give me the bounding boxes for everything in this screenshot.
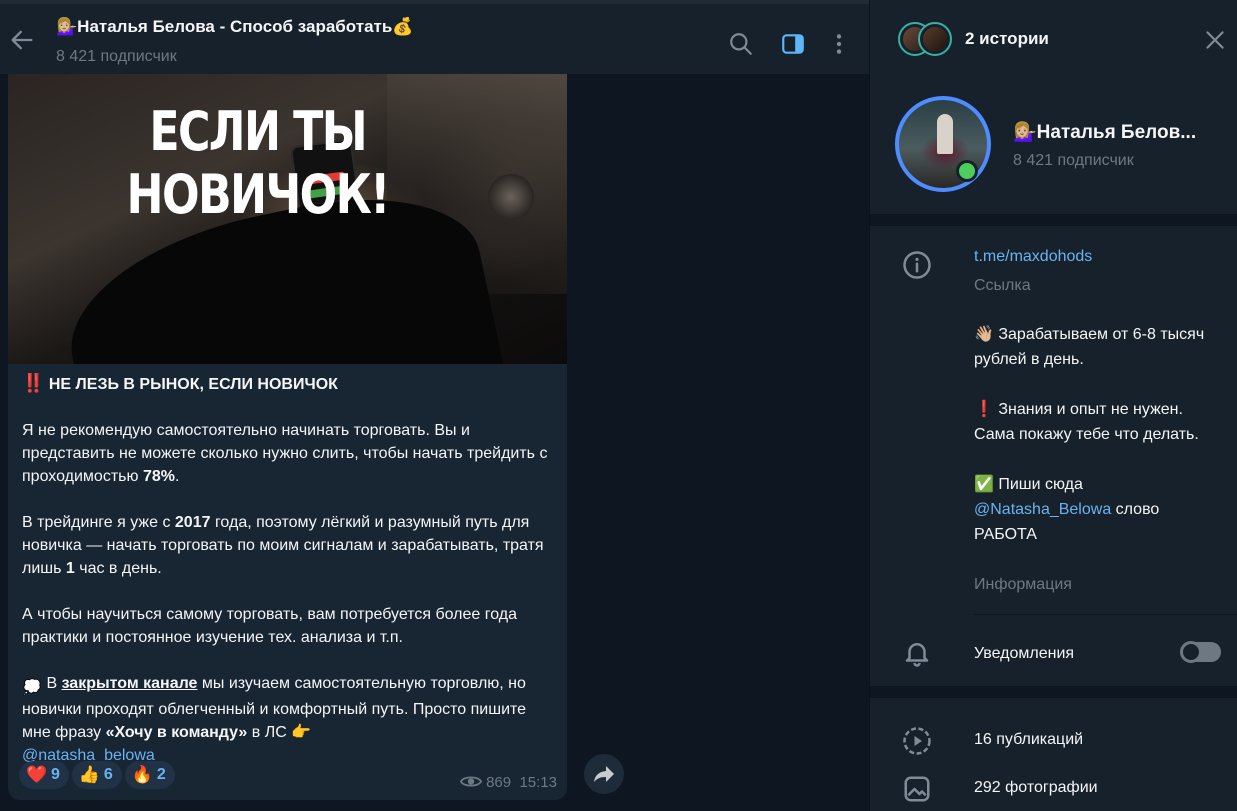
notifications-toggle[interactable] [1180,641,1221,663]
info-header: 2 истории [870,0,1237,80]
closed-channel-link[interactable]: закрытом канале [62,675,198,692]
reaction-count: 9 [51,766,60,783]
p1-percent: 78% [142,468,175,485]
bell-icon [905,643,929,667]
p2-text: В трейдинге я уже с [22,514,175,531]
share-arrow-icon[interactable] [584,754,624,794]
reaction-fire[interactable]: 🔥 2 [124,761,175,789]
reactions-bar: ❤️ 9 👍 6 🔥 2 [19,761,178,791]
more-vertical-icon[interactable] [826,31,852,57]
eye-icon [459,776,482,787]
p4-text-3: в ЛС [247,724,292,741]
p1-text: Я не рекомендую самостоятельно начинать … [22,422,548,485]
section-divider [870,214,1237,226]
notifications-label: Уведомления [974,645,1075,662]
about-line-1: Зарабатываем от 6-8 тысяч рублей в день. [974,326,1205,368]
post-meta: 869 15:13 [459,774,557,791]
publications-icon [903,727,931,755]
view-count: 869 [486,774,512,791]
reaction-count: 2 [156,766,166,783]
paragraph-3: А чтобы научиться самому торговать, вам … [22,606,518,646]
p2-year: 2017 [174,514,211,531]
p4-text: В [42,675,62,692]
profile-name: 💁🏼‍♀️Наталья Белов... [1013,122,1197,143]
publications-row[interactable]: 16 публикаций [974,731,1083,749]
thought-balloon-emoji: 💭 [22,679,42,696]
channel-info-panel: 2 истории 💁🏼‍♀️Наталья Белов... 8 421 по… [869,0,1237,811]
channel-post: ЕСЛИ ТЫ НОВИЧОК! ‼️ НЕ ЛЕЗЬ В РЫНОК, ЕСЛ… [8,74,567,800]
title-text: Наталья Белова - Способ заработать [77,17,393,36]
check-mark-emoji: ✅ [974,476,994,493]
paragraph-2: В трейдинге я уже с 2017 года, поэтому л… [22,511,554,580]
post-image[interactable]: ЕСЛИ ТЫ НОВИЧОК! [8,74,567,364]
profile-subscribers: 8 421 подписчик [1013,152,1134,169]
sidebar-toggle-icon[interactable] [780,31,806,57]
car-knob-shape [488,174,534,220]
title-emoji: 💁🏼‍♀️ [56,17,78,36]
photos-row[interactable]: 292 фотографии [974,779,1098,797]
paragraph-1: Я не рекомендую самостоятельно начинать … [22,419,554,488]
money-bag-emoji: 💰 [392,17,414,36]
p2-end: час в день. [74,560,162,577]
p2-hours: 1 [65,560,75,577]
p4-quote: «Хочу в команду» [105,724,248,741]
arrow-left-icon[interactable] [8,26,36,54]
exclamation-emoji: ❗ [974,401,994,418]
paragraph-4: 💭 В закрытом канале мы изучаем самостоят… [22,672,554,767]
waving-hand-emoji: 👋🏼 [974,326,994,343]
section-divider [870,686,1237,698]
row-divider [974,614,1237,615]
story-ring [918,22,952,56]
post-time: 15:13 [519,774,557,791]
reaction-thumbs-up[interactable]: 👍 6 [71,761,122,789]
post-text: ‼️ НЕ ЛЕЗЬ В РЫНОК, ЕСЛИ НОВИЧОК Я не ре… [22,372,554,790]
p1-end: . [174,468,180,485]
headline-text: НЕ ЛЕЗЬ В РЫНОК, ЕСЛИ НОВИЧОК [48,376,338,393]
description-caption: Информация [974,576,1072,593]
chat-header[interactable]: 💁🏼‍♀️Наталья Белова - Способ заработать💰… [0,0,869,74]
reaction-heart[interactable]: ❤️ 9 [19,761,69,789]
info-icon [903,251,931,279]
post-headline: ‼️ НЕ ЛЕЗЬ В РЫНОК, ЕСЛИ НОВИЧОК [22,372,554,396]
fire-emoji: 🔥 [131,765,153,784]
chat-area: 💁🏼‍♀️Наталья Белова - Способ заработать💰… [0,0,869,811]
online-indicator [956,160,978,182]
search-icon[interactable] [728,31,754,57]
about-line-2: Знания и опыт не нужен. Сама покажу тебе… [974,401,1199,443]
chat-title[interactable]: 💁🏼‍♀️Наталья Белова - Способ заработать💰 [56,17,413,37]
heart-emoji: ❤️ [26,765,48,784]
link-caption: Ссылка [974,277,1031,294]
stories-label[interactable]: 2 истории [965,29,1049,49]
close-icon[interactable] [1202,27,1228,53]
about-line-3: Пиши сюда [993,476,1083,493]
double-exclamation-emoji: ‼️ [22,373,45,393]
stories-avatars[interactable] [898,22,954,58]
thumbs-up-emoji: 👍 [78,765,101,784]
pointing-hand-emoji: 👉 [291,724,312,741]
about-mention-link[interactable]: @Natasha_Belowa [974,501,1111,518]
image-caption: ЕСЛИ ТЫ НОВИЧОК! [126,100,391,226]
avatar[interactable] [895,96,991,192]
reaction-count: 6 [103,766,113,783]
subscriber-count: 8 421 подписчик [56,48,177,65]
channel-link[interactable]: t.me/maxdohods [974,248,1092,266]
channel-description: 👋🏼 Зарабатываем от 6-8 тысяч рублей в де… [974,322,1224,547]
photo-icon [904,776,930,802]
